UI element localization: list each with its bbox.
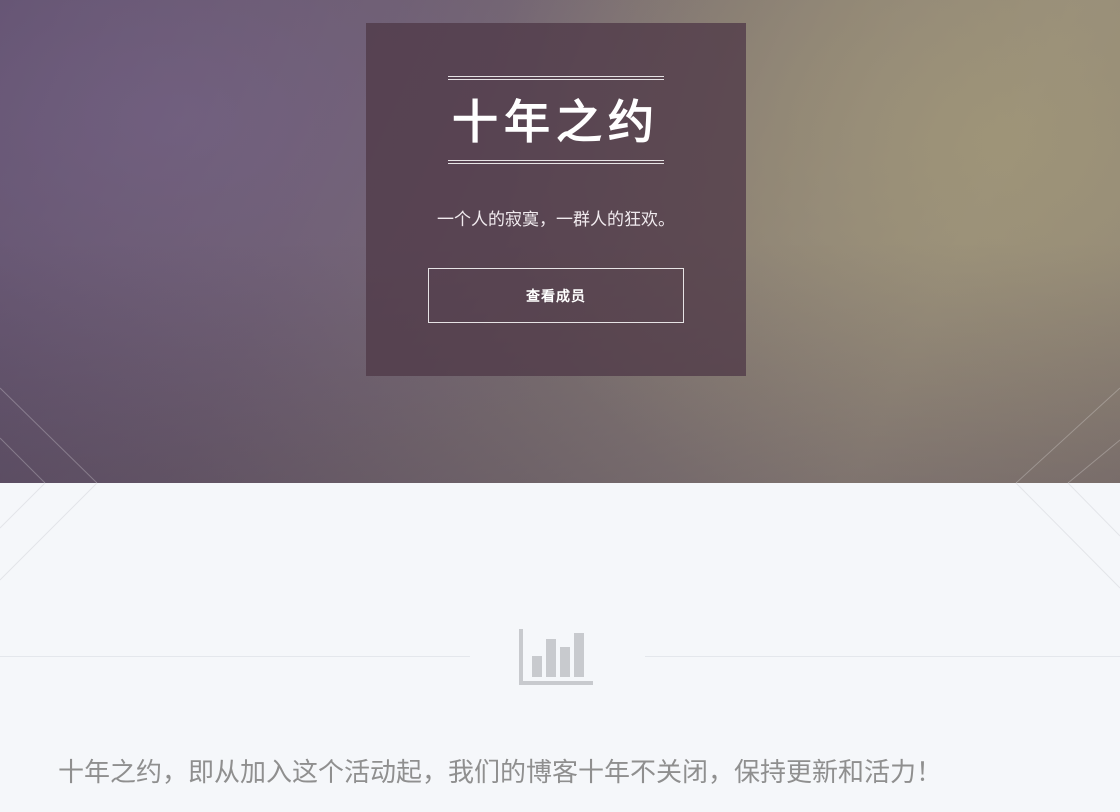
title-block: 十年之约 [448, 76, 664, 166]
bar-chart-icon [519, 629, 593, 685]
divider-line-left [0, 656, 470, 657]
divider-line-right [645, 656, 1120, 657]
title-bottom-double-line [448, 160, 664, 164]
view-members-button[interactable]: 查看成员 [428, 268, 684, 323]
section-divider [0, 625, 1120, 689]
mission-statement: 十年之约，即从加入这个活动起，我们的博客十年不关闭，保持更新和活力！ [58, 758, 943, 788]
site-title: 十年之约 [452, 95, 660, 149]
hero-card: 十年之约 一个人的寂寞，一群人的狂欢。 查看成员 [366, 23, 746, 376]
site-subtitle: 一个人的寂寞，一群人的狂欢。 [437, 210, 675, 230]
title-top-double-line [448, 76, 664, 80]
